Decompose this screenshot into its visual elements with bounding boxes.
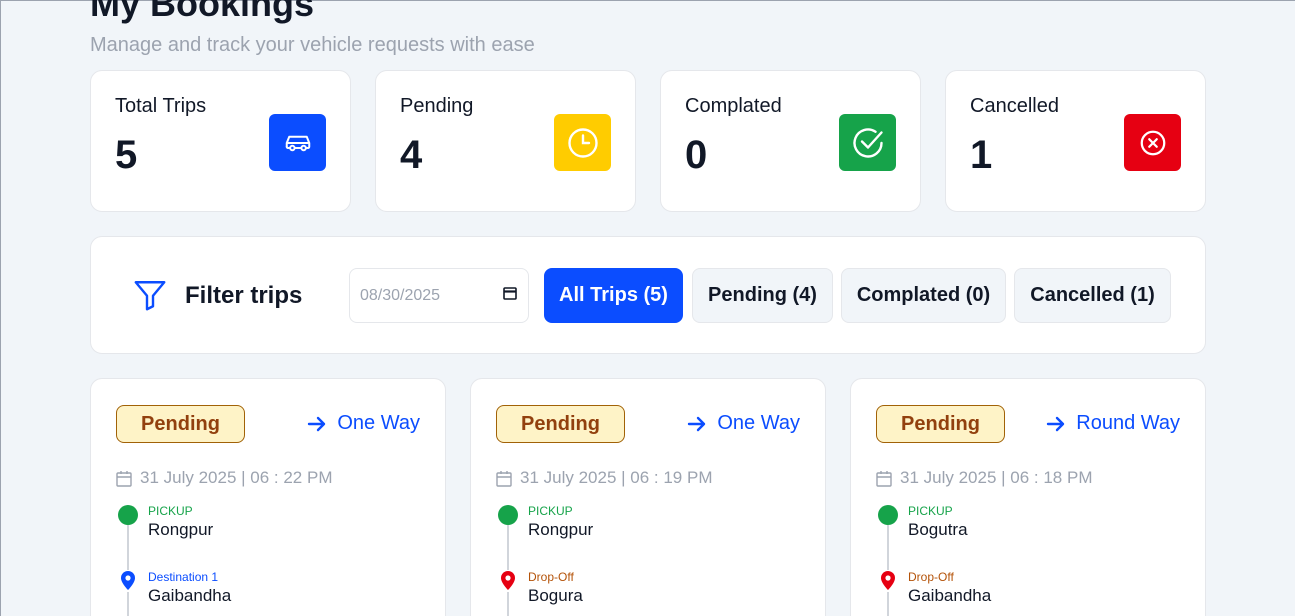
filter-icon <box>131 277 169 318</box>
trip-card[interactable]: Pending Round Way 31 July 2025 | 06 : 18… <box>850 378 1206 616</box>
stat-card-pending: Pending 4 <box>375 70 636 212</box>
stat-value: 0 <box>685 133 708 177</box>
filter-bar: Filter trips 08/30/2025 All Trips (5) Pe… <box>90 236 1206 354</box>
trip-type-label: Round Way <box>1076 412 1180 434</box>
page-subtitle: Manage and track your vehicle requests w… <box>90 34 535 56</box>
trip-date: 31 July 2025 | 06 : 19 PM <box>496 468 712 488</box>
map-pin-icon <box>119 570 137 592</box>
stat-card-total: Total Trips 5 <box>90 70 351 212</box>
pickup-label: PICKUP <box>908 504 953 518</box>
filter-title: Filter trips <box>185 282 303 309</box>
trip-datetime: 31 July 2025 | 06 : 18 PM <box>900 468 1093 487</box>
stat-label: Complated <box>685 95 782 117</box>
date-input-value: 08/30/2025 <box>360 286 441 304</box>
arrow-right-icon <box>688 416 706 431</box>
stat-label: Cancelled <box>970 95 1059 117</box>
check-circle-icon <box>839 114 896 171</box>
filter-pending-button[interactable]: Pending (4) <box>692 268 833 323</box>
status-badge: Pending <box>116 405 245 443</box>
trip-date: 31 July 2025 | 06 : 22 PM <box>116 468 332 488</box>
filter-all-trips-button[interactable]: All Trips (5) <box>544 268 683 323</box>
calendar-icon <box>876 470 892 487</box>
filter-completed-button[interactable]: Complated (0) <box>841 268 1006 323</box>
status-badge: Pending <box>496 405 625 443</box>
filter-cancelled-button[interactable]: Cancelled (1) <box>1014 268 1171 323</box>
pickup-label: PICKUP <box>148 504 193 518</box>
trip-type: Round Way <box>1046 412 1180 435</box>
trip-date: 31 July 2025 | 06 : 18 PM <box>876 468 1092 488</box>
drop-label: Drop-Off <box>908 570 954 584</box>
pickup-dot-icon <box>878 505 898 525</box>
drop-location: Gaibandha <box>148 586 232 605</box>
stat-value: 1 <box>970 133 993 177</box>
clock-icon <box>554 114 611 171</box>
arrow-right-icon <box>308 416 326 431</box>
drop-label: Destination 1 <box>148 570 219 584</box>
pickup-dot-icon <box>498 505 518 525</box>
map-pin-icon <box>499 570 517 592</box>
drop-location: Gaibandha <box>908 586 992 605</box>
pickup-dot-icon <box>118 505 138 525</box>
trip-type: One Way <box>307 412 420 435</box>
date-input[interactable]: 08/30/2025 <box>349 268 529 323</box>
pickup-label: PICKUP <box>528 504 573 518</box>
trip-type-label: One Way <box>717 412 800 434</box>
drop-location: Bogura <box>528 586 583 605</box>
map-pin-icon <box>879 570 897 592</box>
pickup-location: Rongpur <box>148 520 214 539</box>
x-circle-icon <box>1124 114 1181 171</box>
calendar-icon <box>496 470 512 487</box>
page-title: My Bookings <box>90 0 315 24</box>
trip-datetime: 31 July 2025 | 06 : 22 PM <box>140 468 333 487</box>
arrow-right-icon <box>1047 416 1065 431</box>
stat-value: 5 <box>115 133 138 177</box>
calendar-icon <box>116 470 132 487</box>
stat-label: Pending <box>400 95 474 117</box>
drop-label: Drop-Off <box>528 570 574 584</box>
status-badge: Pending <box>876 405 1005 443</box>
car-icon <box>269 114 326 171</box>
trip-datetime: 31 July 2025 | 06 : 19 PM <box>520 468 713 487</box>
stat-value: 4 <box>400 133 423 177</box>
pickup-location: Bogutra <box>908 520 968 539</box>
calendar-icon[interactable] <box>502 285 518 306</box>
trip-card[interactable]: Pending One Way 31 July 2025 | 06 : 19 P… <box>470 378 826 616</box>
stat-label: Total Trips <box>115 95 207 117</box>
stat-card-cancelled: Cancelled 1 <box>945 70 1206 212</box>
stat-card-completed: Complated 0 <box>660 70 921 212</box>
pickup-location: Rongpur <box>528 520 594 539</box>
trip-type: One Way <box>687 412 800 435</box>
trip-type-label: One Way <box>337 412 420 434</box>
trip-card[interactable]: Pending One Way 31 July 2025 | 06 : 22 P… <box>90 378 446 616</box>
